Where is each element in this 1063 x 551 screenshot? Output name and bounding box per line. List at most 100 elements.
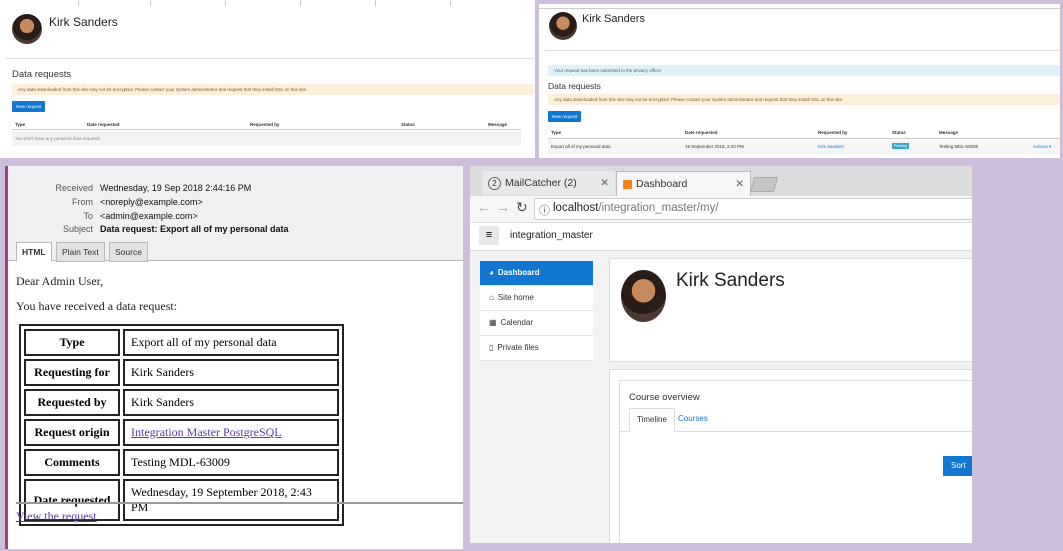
calendar-icon: ▦ xyxy=(489,318,497,327)
nav-label: Private files xyxy=(497,343,539,352)
column-status: Status xyxy=(401,122,415,127)
section-title: Data requests xyxy=(12,69,72,80)
url-host: localhost xyxy=(553,202,599,214)
submitted-notice: Your request has been submitted to the p… xyxy=(548,65,1060,76)
column-message: Message xyxy=(488,122,508,127)
data-requests-panel-submitted: Kirk Sanders Your request has been submi… xyxy=(539,4,1060,158)
row-message: Testing MDL-63009 xyxy=(939,144,979,149)
avatar[interactable] xyxy=(549,12,577,40)
browser-window: 2 MailCatcher (2) ✕ Dashboard ✕ ← → ↻ ⓘ l… xyxy=(470,166,972,543)
tab-source[interactable]: Source xyxy=(109,242,148,262)
tab-timeline[interactable]: Timeline xyxy=(629,408,675,432)
course-overview-card: Course overview Timeline Courses Sort by xyxy=(619,380,972,543)
tab-dashboard[interactable]: Dashboard ✕ xyxy=(616,171,751,197)
nav-dashboard[interactable]: ◕ Dashboard xyxy=(480,261,593,286)
file-icon: ▯ xyxy=(489,343,494,352)
from-value: <noreply@example.com> xyxy=(100,197,203,207)
column-requested-by: Requested by xyxy=(818,130,848,135)
email-headers: Received Wednesday, 19 Sep 2018 2:44:16 … xyxy=(8,166,463,262)
moodle-favicon xyxy=(623,179,632,189)
actions-menu[interactable]: Actions ▾ xyxy=(1033,144,1051,150)
nav-calendar[interactable]: ▦ Calendar xyxy=(480,311,593,336)
url-path: /integration_master/my/ xyxy=(598,202,719,214)
page-header xyxy=(6,6,534,59)
tab-plain-text[interactable]: Plain Text xyxy=(56,242,105,262)
nav-private-files[interactable]: ▯ Private files xyxy=(480,336,593,361)
table-row: Export all of my personal data 19 Septem… xyxy=(548,140,1060,154)
tab-title: MailCatcher (2) xyxy=(505,177,577,189)
row-key: Requesting for xyxy=(24,359,120,386)
new-tab-button[interactable] xyxy=(749,177,779,192)
avatar[interactable] xyxy=(621,270,666,322)
row-key: Type xyxy=(24,329,120,356)
tab-mailcatcher[interactable]: 2 MailCatcher (2) ✕ xyxy=(482,171,615,195)
new-request-button[interactable]: New request xyxy=(548,111,582,122)
nav-label: Dashboard xyxy=(497,268,540,277)
address-bar[interactable]: ⓘ localhost/integration_master/my/ xyxy=(534,198,972,220)
reload-icon[interactable]: ↻ xyxy=(516,199,528,216)
row-requested-by-link[interactable]: Kirk Sanders xyxy=(818,144,844,149)
home-icon: ⌂ xyxy=(489,293,494,302)
toolbar: ← → ↻ ⓘ localhost/integration_master/my/ xyxy=(470,196,972,223)
close-icon[interactable]: ✕ xyxy=(735,172,744,196)
intro-text: You have received a data request: xyxy=(16,299,178,313)
row-value: Kirk Sanders xyxy=(123,359,339,386)
site-navbar: ≡ integration_master xyxy=(470,223,972,251)
table-row: Type Export all of my personal data xyxy=(24,329,339,356)
column-message: Message xyxy=(939,130,959,135)
tab-title: Dashboard xyxy=(636,178,688,190)
from-label: From xyxy=(72,197,93,207)
tab-html[interactable]: HTML xyxy=(16,242,52,262)
received-value: Wednesday, 19 Sep 2018 2:44:16 PM xyxy=(100,183,252,193)
table-row: Comments Testing MDL-63009 xyxy=(24,449,339,476)
to-value: <admin@example.com> xyxy=(100,211,198,221)
table-row: Requesting for Kirk Sanders xyxy=(24,359,339,386)
email-viewer: Received Wednesday, 19 Sep 2018 2:44:16 … xyxy=(5,166,463,549)
avatar[interactable] xyxy=(12,14,42,44)
info-icon[interactable]: ⓘ xyxy=(539,202,550,218)
received-label: Received xyxy=(55,183,93,193)
row-key: Requested by xyxy=(24,389,120,416)
back-icon[interactable]: ← xyxy=(477,199,491,215)
nav-label: Calendar xyxy=(500,318,534,327)
course-overview-title: Course overview xyxy=(629,392,700,403)
nav-site-home[interactable]: ⌂ Site home xyxy=(480,286,593,311)
divider xyxy=(16,502,463,504)
request-origin-link[interactable]: Integration Master PostgreSQL xyxy=(131,425,282,439)
sort-by-button[interactable]: Sort by xyxy=(943,456,972,490)
row-type: Export all of my personal data xyxy=(551,144,611,149)
new-request-button[interactable]: New request xyxy=(12,101,46,112)
row-value: Export all of my personal data xyxy=(123,329,339,356)
close-icon[interactable]: ✕ xyxy=(600,171,609,195)
hamburger-menu-icon[interactable]: ≡ xyxy=(479,226,499,245)
subject-value: Data request: Export all of my personal … xyxy=(100,224,289,234)
column-type: Type xyxy=(551,130,562,135)
row-value: Testing MDL-63009 xyxy=(123,449,339,476)
nav-label: Site home xyxy=(497,293,534,302)
view-request-link[interactable]: View the request xyxy=(16,509,97,524)
status-badge: Pending xyxy=(892,143,909,149)
site-name[interactable]: integration_master xyxy=(510,230,593,241)
column-date-requested: Date requested xyxy=(87,122,120,127)
user-name: Kirk Sanders xyxy=(676,270,785,291)
mailcatcher-favicon: 2 xyxy=(488,176,501,190)
forward-icon[interactable]: → xyxy=(496,199,510,215)
tab-courses[interactable]: Courses xyxy=(678,408,708,430)
empty-message: You don't have any personal data request… xyxy=(15,136,102,141)
course-overview-block: Course overview Timeline Courses Sort by xyxy=(609,369,972,543)
row-date: 19 September 2018, 2:43 PM xyxy=(685,144,744,149)
ssl-warning: Any data downloaded from this site may n… xyxy=(548,94,1060,105)
user-name: Kirk Sanders xyxy=(49,15,118,29)
column-date-requested: Date requested xyxy=(685,130,718,135)
dashboard-icon: ◕ xyxy=(489,268,494,277)
table-row: Request origin Integration Master Postgre… xyxy=(24,419,339,446)
subject-label: Subject xyxy=(62,224,93,234)
row-key: Comments xyxy=(24,449,120,476)
empty-row: You don't have any personal data request… xyxy=(12,131,521,146)
column-status: Status xyxy=(892,130,906,135)
table-row: Requested by Kirk Sanders xyxy=(24,389,339,416)
table-header: Type Date requested Requested by Status … xyxy=(12,119,521,130)
row-value: Wednesday, 19 September 2018, 2:43 PM xyxy=(123,479,339,521)
row-key: Request origin xyxy=(24,419,120,446)
table-header: Type Date requested Requested by Status … xyxy=(548,126,1060,139)
